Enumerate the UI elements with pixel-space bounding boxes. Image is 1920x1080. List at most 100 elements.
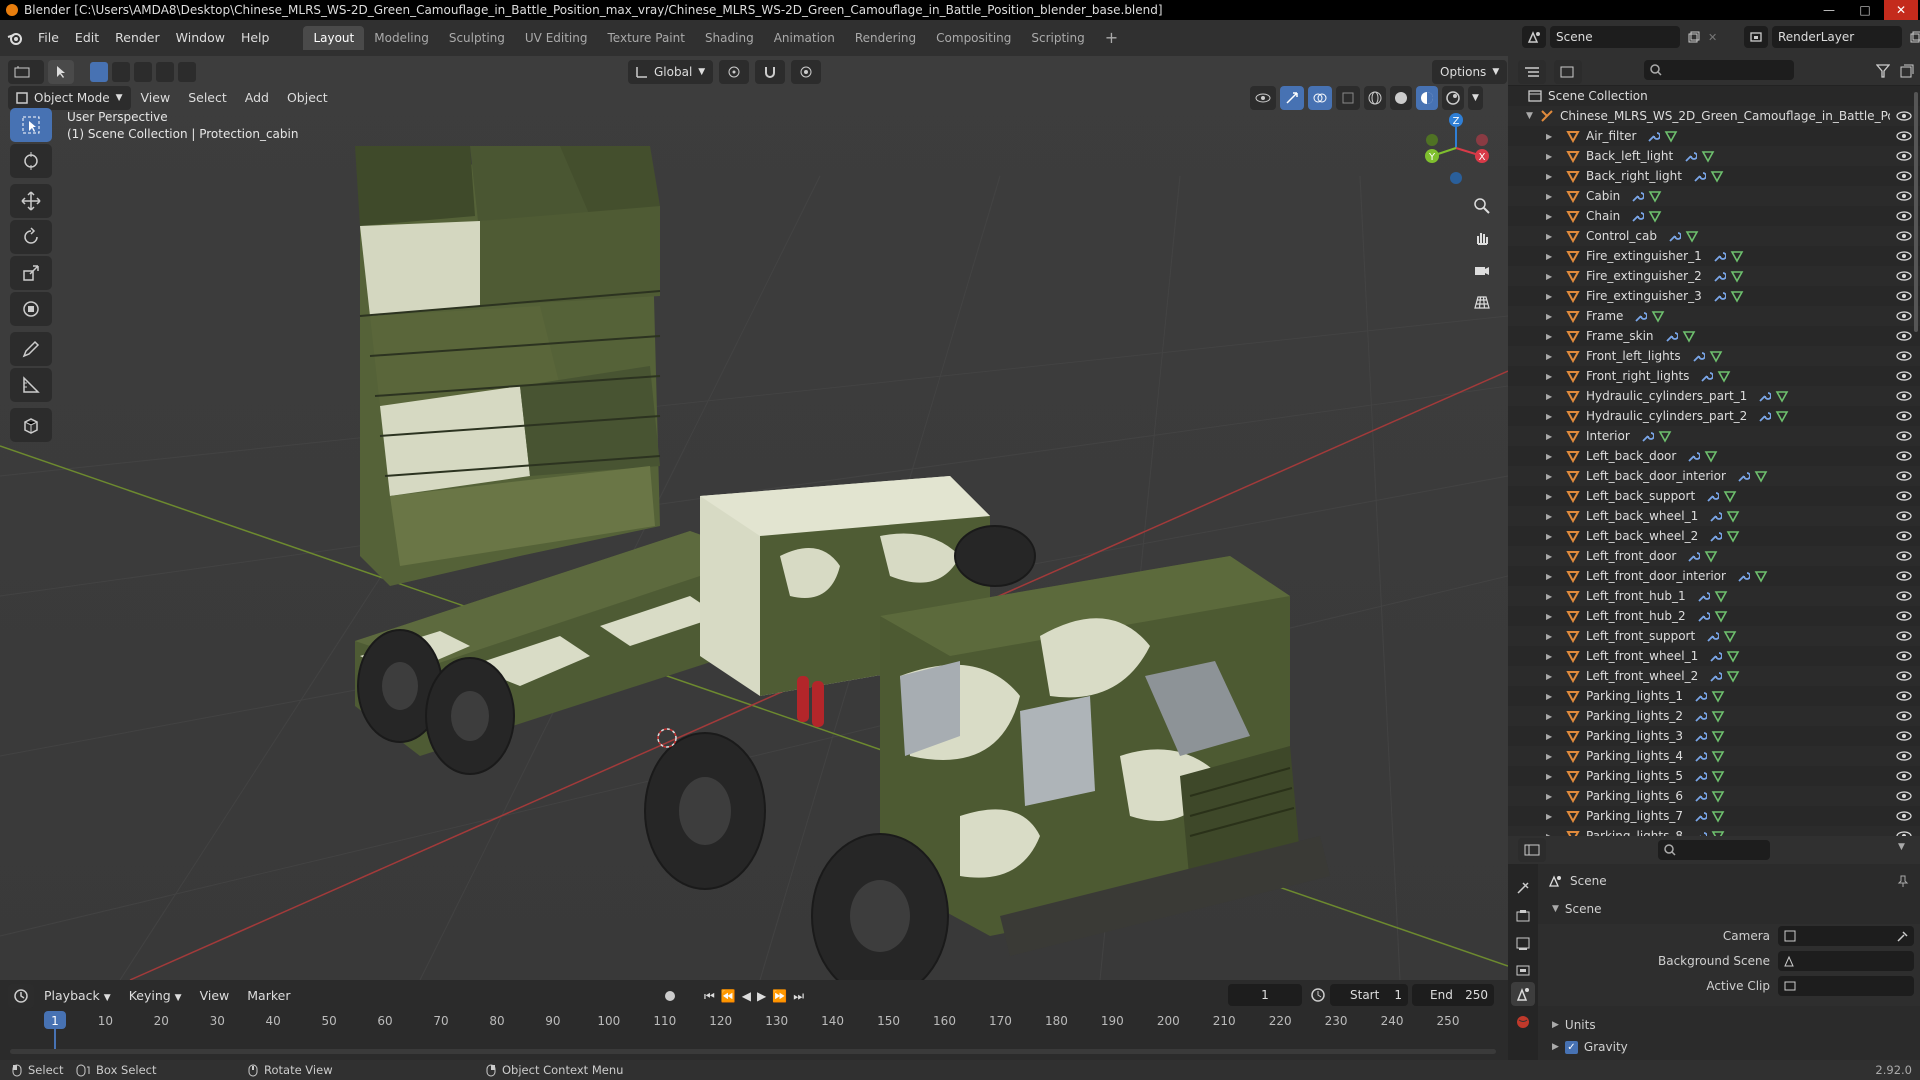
object-mode-dropdown[interactable]: Object Mode ▼ [8,86,131,110]
timeline-editor-type-icon[interactable] [8,984,34,1008]
outliner-row-object[interactable]: ▶ Parking_lights_6 [1508,786,1920,806]
scale-tool[interactable] [10,256,52,290]
outliner-row-object[interactable]: ▶ Interior [1508,426,1920,446]
shading-solid-button[interactable] [1390,86,1412,110]
mesh-data-icon[interactable] [1711,729,1725,743]
tab-tool-icon[interactable] [1515,880,1531,896]
outliner-row-object[interactable]: ▶ Left_front_wheel_2 [1508,666,1920,686]
expand-arrow-icon[interactable]: ▶ [1546,472,1566,481]
tab-output-icon[interactable] [1515,936,1531,952]
eye-icon[interactable] [1896,409,1912,423]
mesh-data-icon[interactable] [1701,149,1715,163]
new-scene-icon[interactable] [1684,26,1704,48]
expand-arrow-icon[interactable]: ▶ [1546,792,1566,801]
mesh-data-icon[interactable] [1726,529,1740,543]
jump-start-button[interactable]: ⏮ [704,989,715,1004]
scene-selector[interactable]: Scene [1550,26,1680,48]
mesh-data-icon[interactable] [1711,689,1725,703]
units-panel-header[interactable]: ▶ Units [1538,1014,1920,1036]
outliner-row-object[interactable]: ▶ Fire_extinguisher_1 [1508,246,1920,266]
mesh-data-icon[interactable] [1726,669,1740,683]
expand-arrow-icon[interactable]: ▶ [1546,392,1566,401]
outliner-row-object[interactable]: ▶ Hydraulic_cylinders_part_2 [1508,406,1920,426]
expand-arrow-icon[interactable]: ▶ [1546,432,1566,441]
modifier-wrench-icon[interactable] [1693,709,1707,723]
outliner-row-object[interactable]: ▶ Left_back_door [1508,446,1920,466]
expand-arrow-icon[interactable]: ▶ [1546,532,1566,541]
select-mode-invert-icon[interactable] [156,62,174,82]
expand-arrow-icon[interactable]: ▶ [1546,412,1566,421]
mesh-data-icon[interactable] [1648,189,1662,203]
expand-arrow-icon[interactable]: ▶ [1546,772,1566,781]
outliner-row-object[interactable]: ▶ Left_back_wheel_1 [1508,506,1920,526]
outliner-scrollbar[interactable] [1914,92,1918,332]
modifier-wrench-icon[interactable] [1692,169,1706,183]
modifier-wrench-icon[interactable] [1683,149,1698,163]
menu-window[interactable]: Window [168,26,233,50]
mesh-data-icon[interactable] [1723,489,1737,503]
modifier-wrench-icon[interactable] [1640,429,1654,443]
tab-sculpting[interactable]: Sculpting [439,26,515,50]
expand-arrow-icon[interactable]: ▶ [1546,752,1566,761]
outliner-row-object[interactable]: ▶ Left_back_support [1508,486,1920,506]
outliner-row-object[interactable]: ▶ Parking_lights_4 [1508,746,1920,766]
outliner-row-object[interactable]: ▶ Left_front_hub_2 [1508,606,1920,626]
outliner-row-object[interactable]: ▶ Fire_extinguisher_2 [1508,266,1920,286]
editor-type-icon[interactable] [8,60,44,84]
tab-view-layer-icon[interactable] [1515,962,1531,978]
camera-field[interactable] [1778,926,1914,946]
gravity-panel-header[interactable]: ▶ ✓ Gravity [1538,1036,1920,1058]
mesh-data-icon[interactable] [1730,249,1744,263]
jump-next-keyframe-button[interactable]: ⏩ [772,989,787,1003]
outliner-row-object[interactable]: ▶ Left_front_door [1508,546,1920,566]
modifier-wrench-icon[interactable] [1693,729,1707,743]
menu-edit[interactable]: Edit [67,26,107,50]
menu-help[interactable]: Help [233,26,278,50]
viewport-menu-select[interactable]: Select [180,86,235,110]
start-frame-field[interactable]: Start 1 [1330,984,1408,1006]
outliner-row-object[interactable]: ▶ Hydraulic_cylinders_part_1 [1508,386,1920,406]
tab-scripting[interactable]: Scripting [1021,26,1094,50]
mesh-data-icon[interactable] [1682,329,1696,343]
mesh-data-icon[interactable] [1730,269,1744,283]
modifier-wrench-icon[interactable] [1736,569,1750,583]
viewport-menu-object[interactable]: Object [279,86,336,110]
outliner-panel[interactable]: Scene Collection ▼ Chinese_MLRS_WS_2D_Gr… [1508,56,1920,836]
expand-arrow-icon[interactable]: ▶ [1546,152,1566,161]
eye-icon[interactable] [1896,489,1912,503]
mesh-data-icon[interactable] [1711,829,1725,836]
annotate-tool[interactable] [10,332,52,366]
modifier-wrench-icon[interactable] [1630,189,1645,203]
mesh-data-icon[interactable] [1711,749,1725,763]
transform-tool[interactable] [10,292,52,326]
collapse-arrow-icon[interactable]: ▼ [1508,111,1533,121]
expand-arrow-icon[interactable]: ▶ [1546,632,1566,641]
tab-animation[interactable]: Animation [764,26,845,50]
mesh-data-icon[interactable] [1726,649,1740,663]
new-render-layer-icon[interactable] [1906,26,1920,48]
modifier-wrench-icon[interactable] [1691,349,1705,363]
select-mode-extend-icon[interactable] [112,62,130,82]
select-mode-new-icon[interactable] [90,62,108,82]
eyedropper-icon[interactable] [1896,930,1908,942]
expand-arrow-icon[interactable]: ▶ [1546,292,1566,301]
mesh-data-icon[interactable] [1726,509,1740,523]
eye-icon[interactable] [1896,509,1912,523]
select-mode-subtract-icon[interactable] [134,62,152,82]
properties-options-chevron-icon[interactable]: ▼ [1898,842,1905,852]
timeline-menu-keying[interactable]: Keying ▼ [121,984,190,1008]
display-mode-dropdown[interactable] [1554,60,1582,84]
mesh-data-icon[interactable] [1704,449,1718,463]
use-preview-range-icon[interactable] [1310,987,1326,1003]
expand-arrow-icon[interactable]: ▶ [1546,232,1566,241]
tab-shading[interactable]: Shading [695,26,764,50]
mesh-data-icon[interactable] [1648,209,1662,223]
new-collection-icon[interactable] [1900,64,1914,78]
mesh-data-icon[interactable] [1754,469,1768,483]
select-mode-intersect-icon[interactable] [178,62,196,82]
modifier-wrench-icon[interactable] [1705,489,1720,503]
jump-prev-keyframe-button[interactable]: ⏪ [721,989,736,1003]
eye-icon[interactable] [1896,249,1912,263]
expand-arrow-icon[interactable]: ▶ [1546,312,1566,321]
eye-icon[interactable] [1896,729,1912,743]
